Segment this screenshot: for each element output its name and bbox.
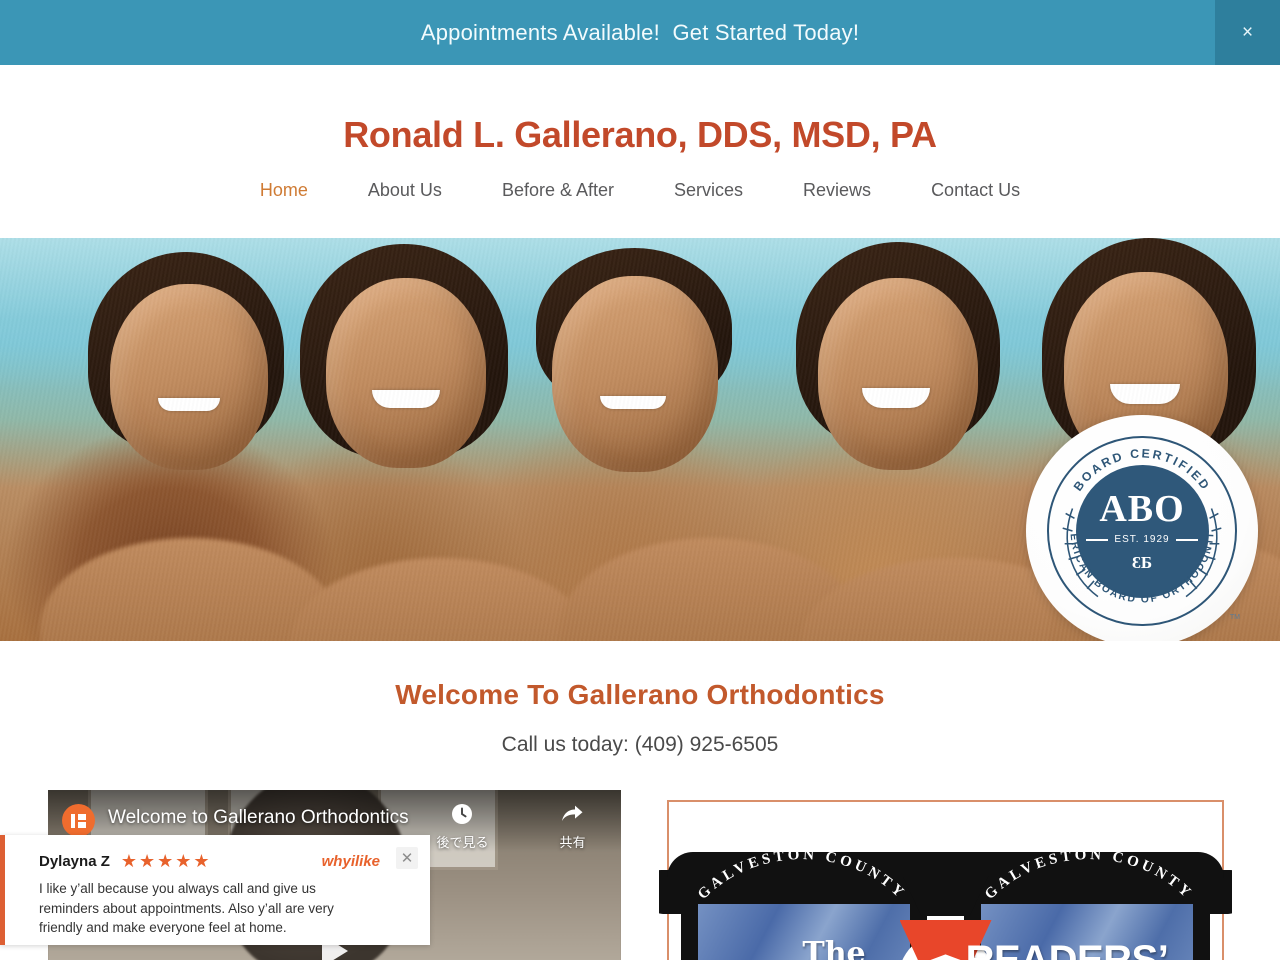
abo-established: EST. 1929: [1086, 533, 1198, 545]
review-header: Dylayna Z ★★★★★ whyilike: [39, 852, 410, 870]
daily-news-masthead: The Daily News: [729, 936, 939, 960]
announcement-bar: Appointments Available! Get Started Toda…: [0, 0, 1280, 65]
share-label: 共有: [559, 835, 586, 850]
sunglasses-graphic: GALVESTON COUNTY GALVESTON COUNTY The Da…: [659, 822, 1232, 960]
video-title: Welcome to Gallerano Orthodontics: [108, 807, 409, 828]
site-title: Ronald L. Gallerano, DDS, MSD, PA: [343, 114, 937, 155]
watch-later-action[interactable]: 後で見る: [436, 802, 489, 851]
announcement-close-button[interactable]: ×: [1215, 0, 1280, 65]
nav-item-before-after[interactable]: Before & After: [472, 180, 644, 201]
share-action[interactable]: 共有: [559, 802, 586, 851]
main-navigation: Home About Us Before & After Services Re…: [230, 180, 1050, 201]
masthead-the: The: [802, 936, 866, 960]
phone-line: Call us today: (409) 925-6505: [501, 733, 779, 756]
share-icon: [562, 805, 583, 821]
review-popup[interactable]: Dylayna Z ★★★★★ whyilike I like y’all be…: [0, 835, 430, 945]
svg-text:GALVESTON COUNTY: GALVESTON COUNTY: [695, 847, 909, 903]
readers-choice-text: READERS’ CHOICE 2018: [952, 940, 1182, 960]
welcome-heading: Welcome To Gallerano Orthodontics: [395, 679, 885, 710]
video-actions: 後で見る 共有: [401, 802, 621, 851]
abo-board-certified-badge: BOARD CERTIFIED AMERICAN BOARD OF ORTHOD…: [1026, 415, 1258, 641]
trademark-mark: TM: [1229, 614, 1240, 621]
announcement-text: Appointments Available! Get Started Toda…: [420, 19, 860, 45]
watch-later-label: 後で見る: [436, 835, 489, 850]
reviewer-name: Dylayna Z: [39, 852, 110, 870]
whyilike-brand: whyilike: [321, 852, 380, 870]
hero-banner: BOARD CERTIFIED AMERICAN BOARD OF ORTHOD…: [0, 238, 1280, 641]
channel-avatar-icon: [62, 804, 95, 837]
review-close-button[interactable]: ✕: [396, 847, 418, 869]
readers-choice-award: GALVESTON COUNTY GALVESTON COUNTY The Da…: [659, 790, 1232, 960]
nav-item-services[interactable]: Services: [644, 180, 773, 201]
wreath-icon: [1062, 508, 1222, 598]
clock-icon: [452, 804, 473, 824]
close-icon: ×: [1241, 22, 1254, 43]
svg-text:GALVESTON COUNTY: GALVESTON COUNTY: [982, 847, 1196, 903]
review-text: I like y’all because you always call and…: [39, 881, 334, 936]
site-header: Ronald L. Gallerano, DDS, MSD, PA Home A…: [0, 65, 1280, 238]
nav-item-home[interactable]: Home: [230, 180, 338, 201]
close-icon: ✕: [400, 850, 414, 867]
nav-item-reviews[interactable]: Reviews: [773, 180, 901, 201]
nav-item-contact-us[interactable]: Contact Us: [901, 180, 1050, 201]
readers-line-1: READERS’: [965, 938, 1169, 960]
nav-item-about-us[interactable]: About Us: [338, 180, 472, 201]
welcome-section: Welcome To Gallerano Orthodontics Call u…: [0, 641, 1280, 757]
star-rating: ★★★★★: [120, 851, 212, 871]
